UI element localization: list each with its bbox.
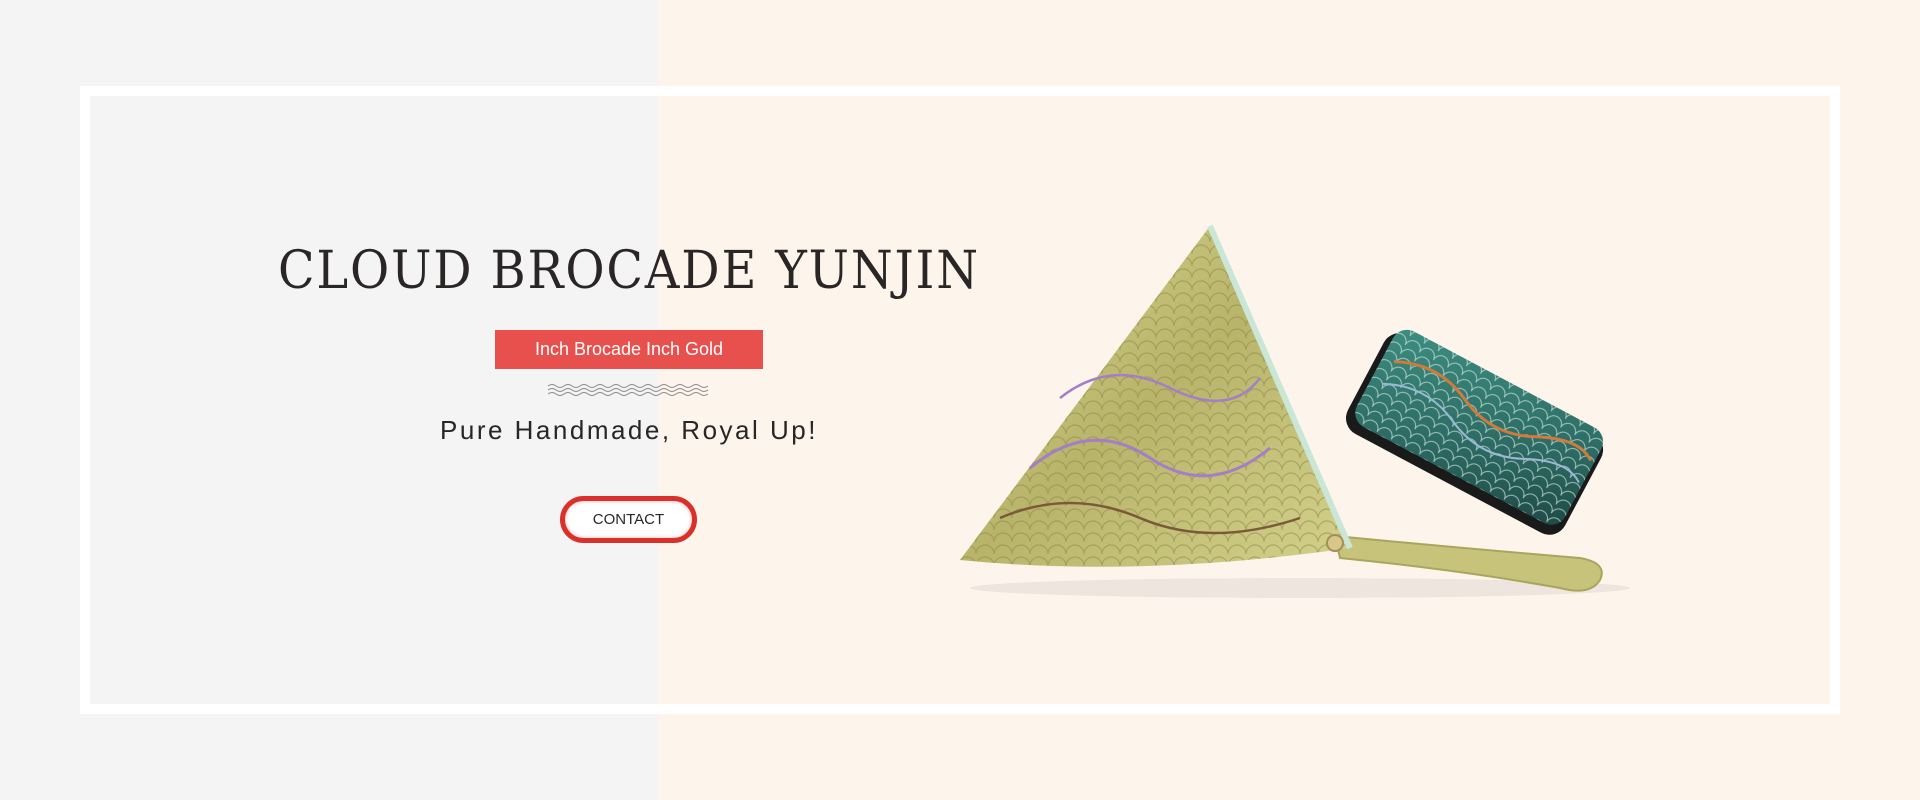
banner-title: CLOUD BROCADE YUNJIN (277, 241, 981, 301)
banner-tag-label: Inch Brocade Inch Gold (495, 330, 763, 369)
brocade-pouch-and-wallet-image (960, 224, 1630, 598)
hero-banner: CLOUD BROCADE YUNJIN Inch Brocade Inch G… (0, 0, 1920, 800)
banner-subtitle: Pure Handmade, Royal Up! (440, 415, 818, 445)
contact-button[interactable]: CONTACT (560, 496, 697, 543)
wave-divider-icon (548, 384, 709, 396)
